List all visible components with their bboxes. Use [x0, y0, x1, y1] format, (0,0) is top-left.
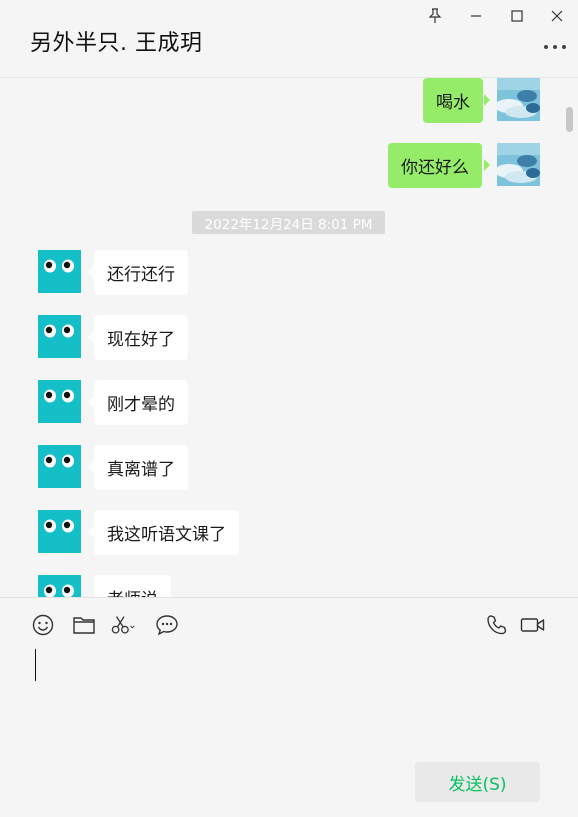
- friend-avatar[interactable]: [38, 575, 81, 597]
- maximize-icon[interactable]: [504, 4, 530, 28]
- pin-icon[interactable]: [422, 4, 448, 28]
- bubble-tail: [484, 94, 490, 106]
- my-avatar[interactable]: [497, 143, 540, 186]
- close-icon[interactable]: [544, 4, 570, 28]
- bubble-tail: [484, 159, 490, 171]
- chat-history-icon[interactable]: [154, 612, 180, 638]
- chat-header: 另外半只. 王成玥: [0, 0, 578, 78]
- chat-title: 另外半只. 王成玥: [30, 31, 203, 56]
- my-avatar[interactable]: [497, 78, 540, 121]
- send-button[interactable]: 发送(S): [415, 762, 540, 802]
- friend-avatar[interactable]: [38, 250, 81, 293]
- emoji-icon[interactable]: [30, 612, 56, 638]
- phone-icon[interactable]: [484, 612, 510, 638]
- friend-avatar[interactable]: [38, 445, 81, 488]
- friend-avatar[interactable]: [38, 315, 81, 358]
- text-cursor: [35, 649, 36, 681]
- friend-avatar[interactable]: [38, 380, 81, 423]
- scrollbar[interactable]: [566, 107, 573, 132]
- scissors-icon[interactable]: [111, 612, 137, 638]
- friend-message-bubble[interactable]: 现在好了: [94, 315, 188, 360]
- my-message-bubble[interactable]: 你还好么: [388, 143, 482, 188]
- friend-message-bubble[interactable]: 我这听语文课了: [94, 510, 239, 555]
- more-options-icon[interactable]: [544, 40, 566, 54]
- message-clip: 老师说: [0, 575, 578, 597]
- friend-message-bubble[interactable]: 老师说: [94, 575, 171, 597]
- folder-icon[interactable]: [71, 612, 97, 638]
- message-input[interactable]: [20, 645, 560, 755]
- message-timestamp: 2022年12月24日 8:01 PM: [192, 211, 385, 234]
- friend-message-bubble[interactable]: 真离谱了: [94, 445, 188, 490]
- my-message-bubble[interactable]: 喝水: [423, 78, 483, 123]
- friend-message-bubble[interactable]: 还行还行: [94, 250, 188, 295]
- message-list[interactable]: [0, 78, 578, 597]
- video-call-icon[interactable]: [520, 612, 546, 638]
- minimize-icon[interactable]: [463, 4, 489, 28]
- friend-avatar[interactable]: [38, 510, 81, 553]
- friend-message-bubble[interactable]: 刚才晕的: [94, 380, 188, 425]
- input-divider: [0, 597, 578, 598]
